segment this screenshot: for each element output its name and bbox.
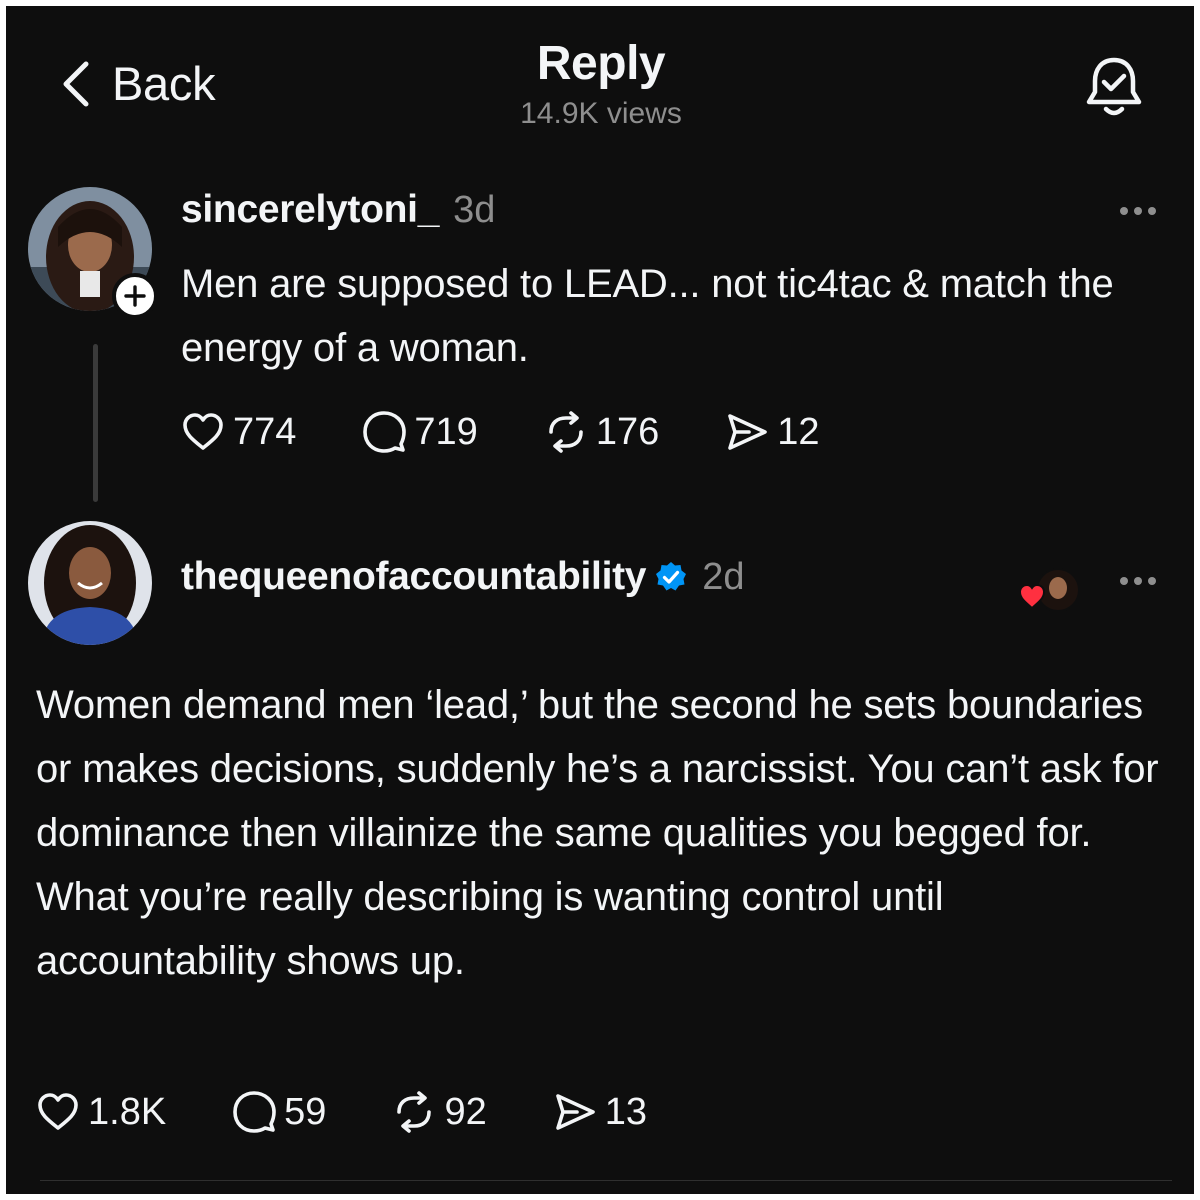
post-text: Women demand men ‘lead,’ but the second … bbox=[36, 683, 1159, 983]
repost-icon bbox=[549, 411, 583, 453]
back-button[interactable]: Back bbox=[58, 56, 216, 111]
reply-count: 59 bbox=[284, 1090, 327, 1133]
divider bbox=[40, 1180, 1172, 1181]
timestamp: 2d bbox=[702, 555, 745, 598]
send-icon bbox=[728, 414, 768, 450]
share-count: 12 bbox=[777, 410, 820, 453]
repost-count: 92 bbox=[444, 1090, 487, 1133]
chevron-left-icon bbox=[63, 61, 89, 106]
heart-icon bbox=[183, 413, 223, 450]
comment-icon bbox=[233, 1091, 276, 1133]
like-button[interactable]: 774 bbox=[181, 410, 296, 454]
share-button[interactable]: 13 bbox=[553, 1090, 647, 1134]
page-title: Reply bbox=[536, 37, 666, 90]
bell-check-icon[interactable] bbox=[1082, 54, 1146, 122]
post-actions: 774 719 176 12 bbox=[181, 410, 886, 454]
post-header: sincerelytoni_ 3d bbox=[181, 188, 495, 232]
repost-button[interactable]: 176 bbox=[544, 410, 659, 454]
post-header: thequeenofaccountability 2d bbox=[181, 555, 744, 599]
share-count: 13 bbox=[604, 1090, 648, 1133]
thread-screen: Back Reply 14.9K views sincerelytoni_ 3d bbox=[6, 6, 1194, 1194]
username[interactable]: thequeenofaccountability bbox=[181, 555, 646, 599]
comment-icon bbox=[363, 411, 407, 453]
timestamp: 3d bbox=[453, 188, 496, 231]
more-horizontal-icon[interactable] bbox=[1116, 199, 1160, 223]
post-actions: 1.8K 59 92 13 bbox=[36, 1090, 713, 1134]
more-horizontal-icon[interactable] bbox=[1116, 569, 1160, 593]
like-button[interactable]: 1.8K bbox=[36, 1090, 166, 1134]
follow-button[interactable] bbox=[112, 273, 158, 319]
repost-button[interactable]: 92 bbox=[392, 1090, 487, 1134]
send-icon bbox=[555, 1094, 595, 1130]
username[interactable]: sincerelytoni_ bbox=[181, 188, 439, 232]
post-text: Men are supposed to LEAD... not tic4tac … bbox=[181, 262, 1114, 370]
author-liked-indicator bbox=[1018, 566, 1082, 616]
view-count: 14.9K views bbox=[520, 97, 682, 130]
plus-icon bbox=[124, 285, 146, 307]
header-title-block: Reply 14.9K views bbox=[406, 36, 796, 132]
share-button[interactable]: 12 bbox=[725, 410, 820, 454]
like-count: 774 bbox=[233, 410, 297, 453]
heart-icon bbox=[1018, 583, 1046, 610]
repost-icon bbox=[397, 1091, 432, 1133]
back-label: Back bbox=[112, 57, 216, 110]
repost-count: 176 bbox=[595, 410, 660, 453]
reply-count: 719 bbox=[414, 410, 478, 453]
verified-badge-icon bbox=[656, 562, 687, 591]
thread-line bbox=[93, 344, 98, 502]
avatar[interactable] bbox=[28, 521, 152, 645]
like-count: 1.8K bbox=[88, 1090, 167, 1133]
heart-icon bbox=[38, 1093, 78, 1130]
reply-button[interactable]: 719 bbox=[362, 410, 478, 454]
reply-button[interactable]: 59 bbox=[232, 1090, 326, 1134]
